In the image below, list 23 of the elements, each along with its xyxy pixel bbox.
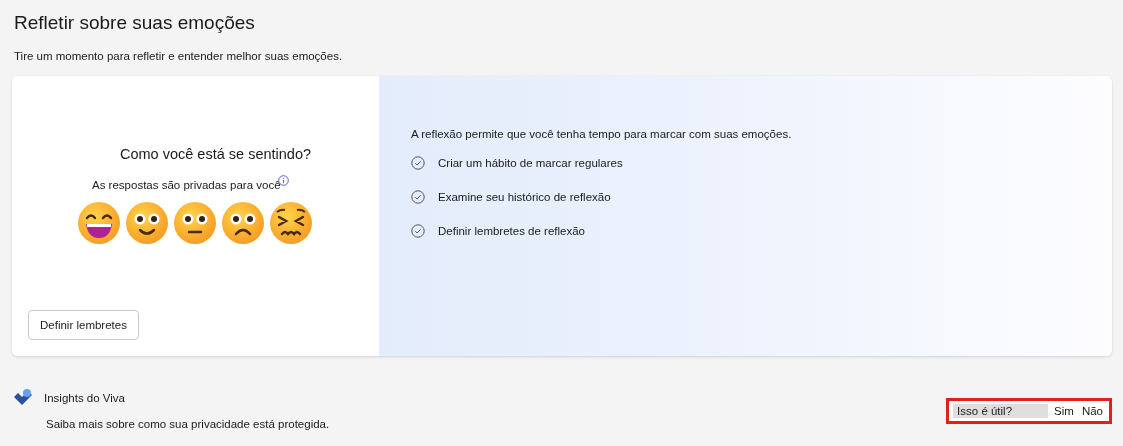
privacy-link[interactable]: Saiba mais sobre como sua privacidade está protegida. <box>46 418 330 430</box>
emoji-icon[interactable] <box>77 201 121 245</box>
benefit-item: Definir lembretes de reflexão <box>438 225 585 237</box>
mood-question: Como você está se sentindo? <box>120 146 312 162</box>
benefit-item: Examine seu histórico de reflexão <box>438 191 611 203</box>
check-circle-icon <box>411 190 425 204</box>
yes-button[interactable]: Sim <box>1052 405 1076 417</box>
emoji-icon[interactable] <box>173 201 217 245</box>
set-reminders-button[interactable]: Definir lembretes <box>28 310 139 340</box>
check-circle-icon <box>411 156 425 170</box>
check-circle-icon <box>411 224 425 238</box>
feedback-question: Isso é útil? <box>953 404 1049 418</box>
page-subtitle: Tire um momento para refletir e entender melhor suas emoções. <box>14 50 344 62</box>
privacy-note: As respostas são privadas para você <box>92 179 281 191</box>
viva-insights-logo-icon <box>12 388 34 408</box>
emoji-icon[interactable] <box>125 201 169 245</box>
brand-name: Insights do Viva <box>44 392 125 404</box>
emoji-icon[interactable] <box>221 201 265 245</box>
no-button[interactable]: Não <box>1079 405 1105 417</box>
benefits-intro: A reflexão permite que você tenha tempo para marcar com suas emoções. <box>411 128 793 140</box>
emoji-icon[interactable] <box>269 201 313 245</box>
page-title: Refletir sobre suas emoções <box>14 12 256 35</box>
benefit-item: Criar um hábito de marcar regulares <box>438 157 623 169</box>
